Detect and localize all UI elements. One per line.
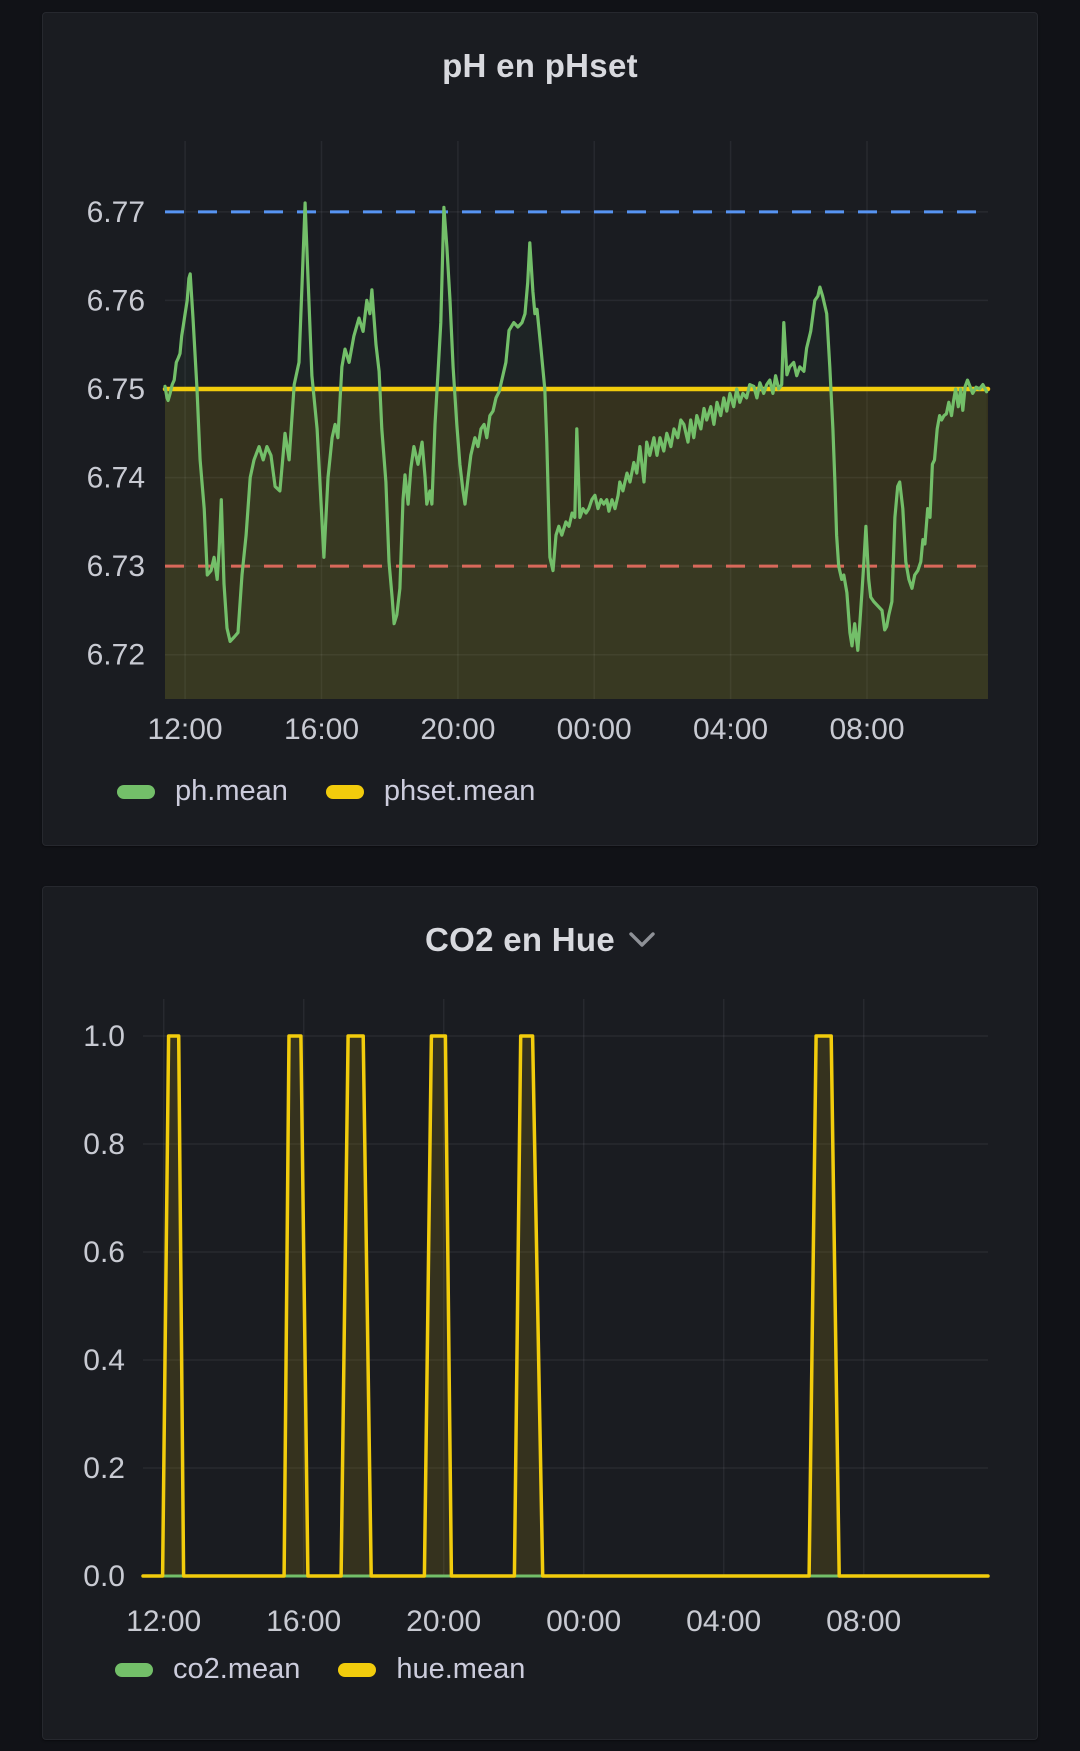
svg-text:00:00: 00:00	[557, 713, 632, 746]
svg-text:0.4: 0.4	[83, 1344, 125, 1377]
legend-label: phset.mean	[384, 775, 536, 808]
svg-text:1.0: 1.0	[83, 1020, 125, 1053]
svg-text:0.0: 0.0	[83, 1560, 125, 1593]
ph-chart[interactable]: 6.72 6.73 6.74 6.75 6.76 6.77 12:00 16:00 20:00 0…	[43, 13, 1039, 847]
svg-text:6.75: 6.75	[87, 373, 145, 406]
svg-text:0.6: 0.6	[83, 1236, 125, 1269]
series-swatch-green	[117, 785, 155, 799]
svg-text:16:00: 16:00	[266, 1605, 341, 1638]
svg-text:20:00: 20:00	[406, 1605, 481, 1638]
svg-text:04:00: 04:00	[693, 713, 768, 746]
series-swatch-green	[115, 1663, 153, 1677]
series-swatch-yellow	[338, 1663, 376, 1677]
svg-text:0.2: 0.2	[83, 1452, 125, 1485]
panel-co2-en-hue: CO2 en Hue 0.00.20.40.60.81.012:0016:002…	[42, 886, 1038, 1740]
dashboard: { "colors": { "page_bg": "#111217", "pan…	[0, 0, 1080, 1751]
svg-text:08:00: 08:00	[829, 713, 904, 746]
legend-item-hue-mean[interactable]: hue.mean	[338, 1653, 525, 1686]
legend-co2: co2.mean hue.mean	[115, 1653, 563, 1686]
legend-label: ph.mean	[175, 775, 288, 808]
svg-text:12:00: 12:00	[126, 1605, 201, 1638]
legend-item-ph-mean[interactable]: ph.mean	[117, 775, 288, 808]
svg-text:20:00: 20:00	[420, 713, 495, 746]
legend-label: co2.mean	[173, 1653, 300, 1686]
legend-item-co2-mean[interactable]: co2.mean	[115, 1653, 300, 1686]
svg-text:16:00: 16:00	[284, 713, 359, 746]
svg-text:0.8: 0.8	[83, 1128, 125, 1161]
legend-item-phset-mean[interactable]: phset.mean	[326, 775, 536, 808]
svg-text:08:00: 08:00	[826, 1605, 901, 1638]
svg-text:6.73: 6.73	[87, 550, 145, 583]
co2-hue-chart[interactable]: 0.0 0.2 0.4 0.6 0.8 1.0 12:00 16:00 20:00 00:00 04…	[43, 887, 1039, 1741]
legend-label: hue.mean	[396, 1653, 525, 1686]
panel-ph-en-phset: pH en pHset 6.726.736.746.756.766.7712:0…	[42, 12, 1038, 846]
svg-text:6.74: 6.74	[87, 462, 145, 495]
svg-text:6.77: 6.77	[87, 196, 145, 229]
svg-text:6.72: 6.72	[87, 639, 145, 672]
legend-ph: ph.mean phset.mean	[117, 775, 573, 808]
svg-text:6.76: 6.76	[87, 284, 145, 317]
series-swatch-yellow	[326, 785, 364, 799]
svg-text:12:00: 12:00	[148, 713, 223, 746]
svg-text:00:00: 00:00	[546, 1605, 621, 1638]
svg-text:04:00: 04:00	[686, 1605, 761, 1638]
